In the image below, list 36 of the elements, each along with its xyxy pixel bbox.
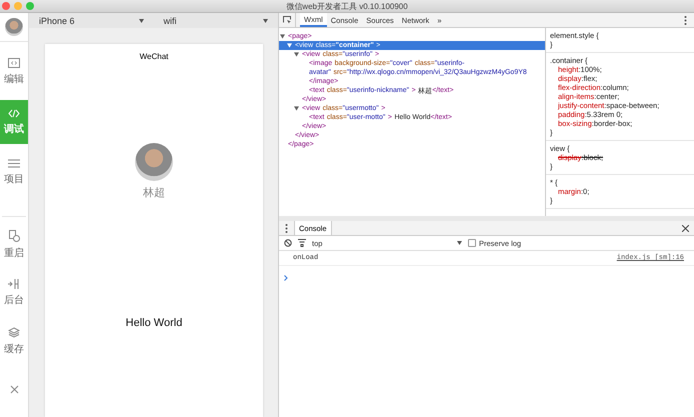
sidebar-item[interactable]: 编辑 (0, 52, 28, 92)
nav-title: WeChat (140, 52, 168, 61)
clear-console-icon[interactable] (284, 239, 292, 247)
code-icon (8, 108, 20, 118)
caret-icon (138, 18, 144, 22)
network-dropdown[interactable]: wifi (154, 13, 278, 28)
avatar (135, 143, 173, 181)
layers-icon (8, 326, 20, 338)
sidebar-item[interactable]: 项目 (0, 152, 28, 192)
expanded-arrow-icon[interactable] (294, 52, 299, 57)
device-dropdown[interactable]: iPhone 6 (29, 13, 154, 28)
more-options-icon[interactable] (684, 16, 687, 24)
close-window-button[interactable] (2, 2, 10, 10)
expanded-arrow-icon[interactable] (280, 34, 285, 39)
close-icon[interactable] (682, 224, 689, 232)
menu-icon (8, 158, 20, 168)
sidebar-item[interactable]: 后台 (0, 273, 28, 313)
checkbox[interactable] (468, 239, 476, 247)
close-icon (10, 384, 18, 394)
more-options-icon[interactable] (285, 224, 288, 232)
sidebar-item[interactable]: 重启 (0, 225, 28, 265)
window-title: 微信web开发者工具 v0.10.100900 (285, 0, 409, 12)
sidebar-item[interactable]: 缓存 (0, 321, 28, 361)
avatar[interactable] (5, 18, 23, 36)
filter-icon[interactable] (298, 239, 306, 247)
split-icon (8, 279, 20, 289)
expanded-arrow-icon[interactable] (287, 43, 292, 48)
caret-icon (457, 241, 462, 245)
expanded-arrow-icon[interactable] (294, 106, 299, 111)
device-pointer-icon (8, 230, 20, 242)
caret-icon (263, 18, 268, 22)
prompt-chevron-icon (284, 275, 288, 281)
nickname: 林超 (143, 186, 165, 200)
cursor-box-icon (282, 16, 292, 24)
code-window-icon (8, 58, 20, 68)
motto-text: Hello World (126, 317, 182, 329)
